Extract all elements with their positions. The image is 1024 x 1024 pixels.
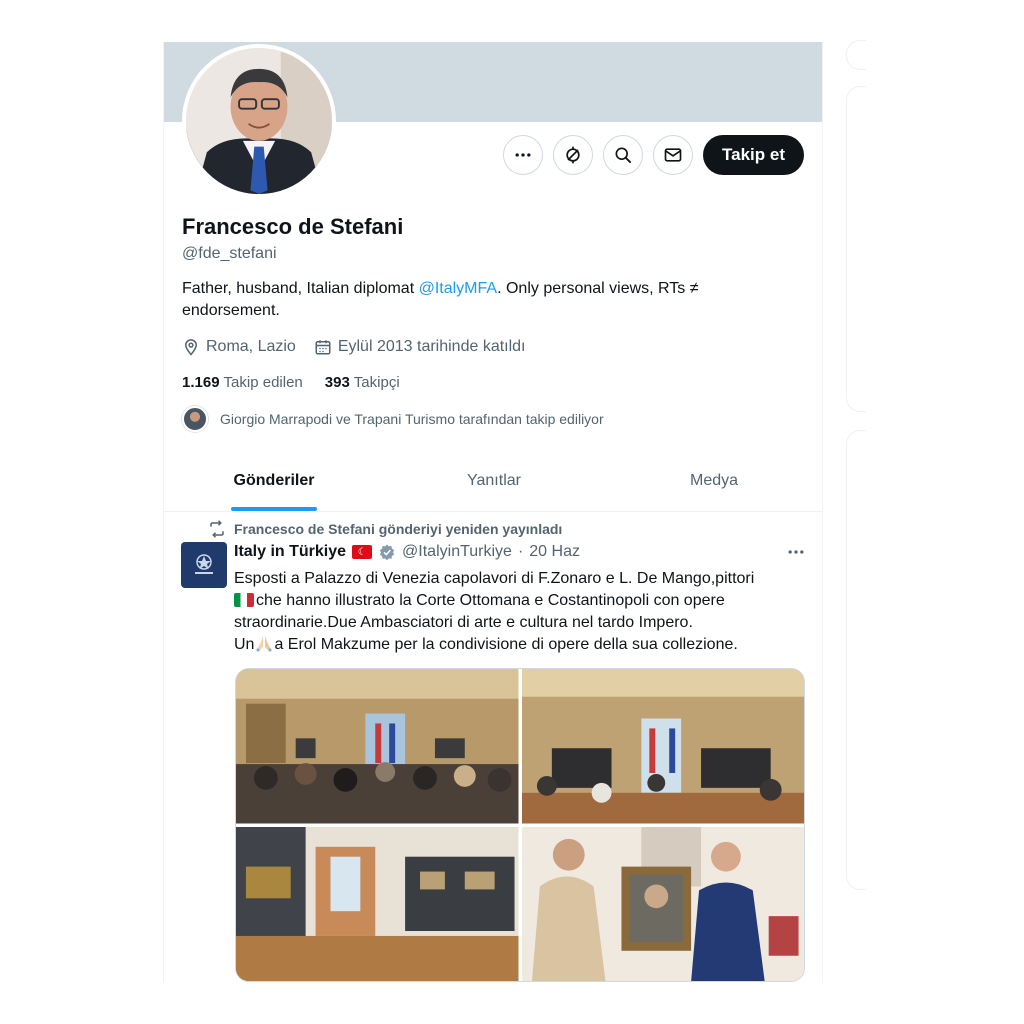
profile-tabs: Gönderiler Yanıtlar Medya bbox=[164, 458, 822, 512]
profile-handle: @fde_stefani bbox=[182, 245, 277, 262]
follow-button[interactable]: Takip et bbox=[703, 135, 804, 175]
tab-posts[interactable]: Gönderiler bbox=[164, 458, 384, 511]
post-text-span: che hanno illustrato la Corte Ottomana e… bbox=[256, 592, 725, 609]
search-button[interactable] bbox=[603, 135, 644, 175]
followers-label: Takipçi bbox=[353, 374, 400, 391]
location: Roma, Lazio bbox=[182, 338, 296, 356]
followed-by-text: Giorgio Marrapodi ve Trapani Turismo tar… bbox=[220, 411, 604, 427]
post-separator: · bbox=[517, 543, 524, 560]
bio-mention-link[interactable]: @ItalyMFA bbox=[419, 280, 497, 297]
folded-hands-icon bbox=[256, 636, 273, 652]
media-photo-exhibition-crowd[interactable] bbox=[236, 669, 519, 824]
side-card bbox=[846, 40, 866, 70]
side-card bbox=[846, 430, 866, 890]
notifications-button[interactable] bbox=[553, 135, 594, 175]
calendar-icon bbox=[315, 340, 331, 355]
follower-avatar bbox=[182, 406, 208, 432]
followers-count: 393 bbox=[324, 374, 350, 391]
post-text-span: Un bbox=[234, 636, 255, 653]
media-photo-paintings-room[interactable] bbox=[236, 826, 519, 981]
post-text-line: Un a Erol Makzume per la condivisione di … bbox=[234, 634, 804, 656]
post-date[interactable]: 20 Haz bbox=[529, 543, 580, 561]
repost-notice-text[interactable]: Francesco de Stefani gönderiyi yeniden y… bbox=[234, 521, 562, 537]
tab-label: Gönderiler bbox=[233, 472, 315, 489]
turkey-flag-icon: ☾ bbox=[352, 545, 373, 559]
photo-image bbox=[521, 669, 804, 824]
profile-column: Takip et Francesco de Stefani @fde_stefa… bbox=[163, 42, 823, 982]
post-author-avatar[interactable] bbox=[181, 542, 227, 588]
following-count: 1.169 bbox=[182, 374, 220, 391]
profile-name: Francesco de Stefani bbox=[182, 214, 404, 239]
photo-image bbox=[236, 826, 519, 981]
post-text-line: Esposti a Palazzo di Venezia capolavori … bbox=[234, 570, 755, 587]
emblem-icon bbox=[195, 554, 213, 574]
post-text: Esposti a Palazzo di Venezia capolavori … bbox=[234, 568, 804, 656]
message-icon bbox=[664, 148, 682, 162]
post-author-handle[interactable]: @ItalyinTurkiye bbox=[402, 543, 512, 561]
more-button[interactable] bbox=[503, 135, 544, 175]
tab-label: Yanıtlar bbox=[467, 472, 521, 489]
avatar-image bbox=[186, 48, 332, 194]
profile-meta: Roma, Lazio Eylül 2013 tarihinde katıldı bbox=[182, 338, 526, 356]
tab-media[interactable]: Medya bbox=[604, 458, 822, 511]
more-icon bbox=[515, 153, 531, 157]
post-text-span: a Erol Makzume per la condivisione di op… bbox=[274, 636, 738, 653]
active-tab-indicator bbox=[231, 507, 317, 511]
profile-counts: 1.169 Takip edilen 393 Takipçi bbox=[182, 374, 400, 391]
post-header: Italy in Türkiye ☾ @ItalyinTurkiye · 20 … bbox=[234, 543, 580, 561]
tab-replies[interactable]: Yanıtlar bbox=[384, 458, 604, 511]
following-label: Takip edilen bbox=[223, 374, 303, 391]
repost-notice: Francesco de Stefani gönderiyi yeniden y… bbox=[208, 520, 562, 538]
media-photo-gallery-hall[interactable] bbox=[521, 669, 804, 824]
verified-badge-icon bbox=[379, 544, 395, 561]
profile-avatar[interactable] bbox=[182, 44, 336, 198]
location-text: Roma, Lazio bbox=[206, 338, 296, 355]
followed-by[interactable]: Giorgio Marrapodi ve Trapani Turismo tar… bbox=[182, 406, 604, 432]
profile-bio: Father, husband, Italian diplomat @Italy… bbox=[182, 278, 782, 322]
join-date-text: Eylül 2013 tarihinde katıldı bbox=[337, 338, 526, 355]
photo-image bbox=[236, 669, 519, 824]
post-text-line: che hanno illustrato la Corte Ottomana e… bbox=[234, 590, 804, 612]
location-pin-icon bbox=[184, 339, 198, 356]
side-card bbox=[846, 86, 866, 412]
repost-icon bbox=[210, 520, 224, 538]
italy-flag-icon bbox=[234, 593, 254, 607]
notifications-off-icon bbox=[566, 146, 580, 164]
search-icon bbox=[615, 147, 632, 163]
following-link[interactable]: 1.169 Takip edilen bbox=[182, 374, 303, 391]
tab-label: Medya bbox=[689, 472, 739, 489]
profile-actions: Takip et bbox=[503, 135, 804, 175]
join-date: Eylül 2013 tarihinde katıldı bbox=[314, 338, 526, 356]
media-photo-two-men-portrait[interactable] bbox=[521, 826, 804, 981]
bio-text: Father, husband, Italian diplomat bbox=[182, 280, 419, 297]
more-icon bbox=[788, 550, 804, 554]
post-media-grid bbox=[235, 668, 805, 982]
post-more-button[interactable] bbox=[786, 542, 806, 568]
photo-image bbox=[521, 826, 804, 981]
followers-link[interactable]: 393 Takipçi bbox=[325, 374, 400, 391]
post-author-name[interactable]: Italy in Türkiye bbox=[234, 543, 346, 561]
post-text-line: straordinarie.Due Ambasciatori di arte e… bbox=[234, 614, 693, 631]
message-button[interactable] bbox=[653, 135, 694, 175]
page: Takip et Francesco de Stefani @fde_stefa… bbox=[0, 0, 1024, 1024]
